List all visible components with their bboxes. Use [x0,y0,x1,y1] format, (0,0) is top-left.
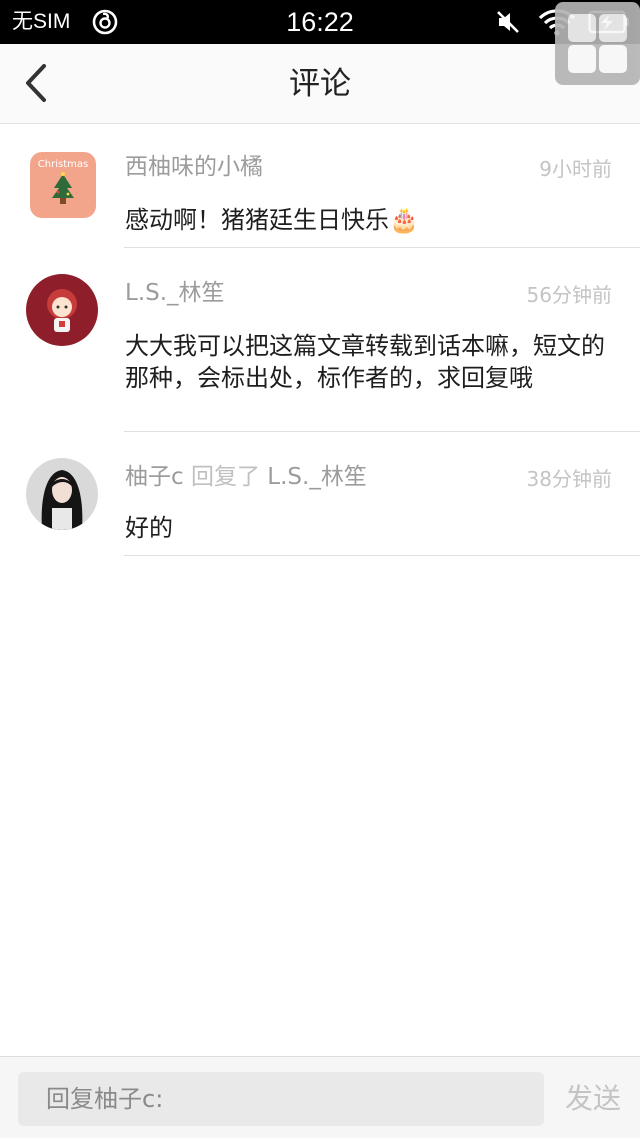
page-title: 评论 [289,66,351,102]
comment-username[interactable]: 西柚味的小橘 [125,152,263,182]
comment-text: 好的 [125,514,173,542]
cartoon-boy-avatar-icon [26,274,98,346]
avatar[interactable]: Christmas [30,152,96,218]
avatar[interactable] [26,458,98,530]
comment-time: 38分钟前 [526,467,612,491]
grid-menu-button[interactable] [555,2,640,85]
username-text[interactable]: 柚子c [125,464,184,490]
avatar-caption: Christmas [38,159,88,170]
reply-target-username[interactable]: L.S._林笙 [267,464,367,490]
comment-username[interactable]: L.S._林笙 [125,278,225,308]
comment-text: 感动啊！猪猪廷生日快乐🎂 [125,206,419,234]
comment-item[interactable]: L.S._林笙 56分钟前 大大我可以把这篇文章转载到话本嘛，短文的那种，会标出… [0,248,640,432]
comment-time: 56分钟前 [526,283,612,307]
christmas-tree-avatar-icon: Christmas [30,152,96,218]
username-text[interactable]: L.S._林笙 [125,280,225,306]
comment-item[interactable]: 柚子c 回复了 L.S._林笙 38分钟前 好的 [0,432,640,556]
reply-indicator: 回复了 [190,464,260,490]
reply-bar: 发送 [0,1056,640,1138]
reply-input[interactable] [18,1072,544,1126]
status-bar: 无SIM 16:22 [0,0,640,44]
nav-bar: 评论 [0,44,640,124]
comment-username[interactable]: 柚子c 回复了 L.S._林笙 [125,462,367,492]
comment-item[interactable]: Christmas 西柚味的小橘 9小时前 感动啊！猪猪廷生日快乐🎂 [0,124,640,248]
comment-time: 9小时前 [539,157,612,181]
avatar[interactable] [26,274,98,346]
divider [124,555,640,556]
mute-icon [497,11,519,33]
comment-text: 大大我可以把这篇文章转载到话本嘛，短文的那种，会标出处，标作者的，求回复哦 [125,332,605,392]
username-text[interactable]: 西柚味的小橘 [125,154,263,180]
girl-portrait-avatar-icon [26,458,98,530]
send-button[interactable]: 发送 [560,1081,626,1117]
